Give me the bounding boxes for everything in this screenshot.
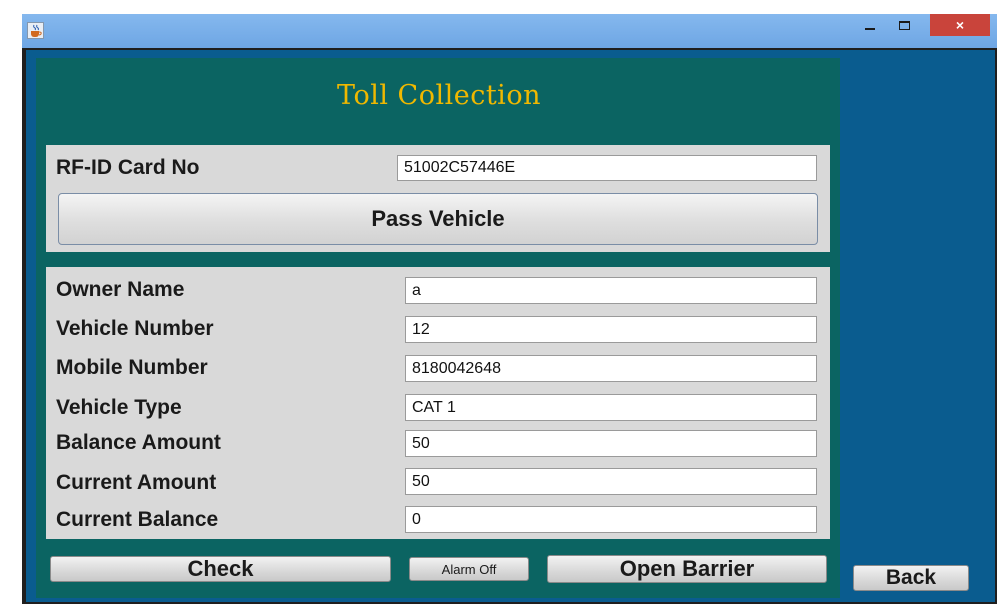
vehicle-number-field[interactable]: 12	[405, 316, 817, 343]
balance-amount-label: Balance Amount	[56, 431, 221, 454]
current-amount-field[interactable]: 50	[405, 468, 817, 495]
check-button[interactable]: Check	[50, 556, 391, 582]
mobile-number-field[interactable]: 8180042648	[405, 355, 817, 382]
vehicle-type-field[interactable]: CAT 1	[405, 394, 817, 421]
mobile-number-label: Mobile Number	[56, 356, 208, 379]
vehicle-type-label: Vehicle Type	[56, 396, 182, 419]
current-balance-label: Current Balance	[56, 508, 219, 531]
maximize-button[interactable]	[889, 14, 919, 36]
rfid-card-input[interactable]: 51002C57446E	[397, 155, 817, 181]
java-cup-icon	[27, 22, 44, 39]
current-amount-label: Current Amount	[56, 471, 217, 494]
balance-amount-field[interactable]: 50	[405, 430, 817, 457]
close-icon: ×	[955, 17, 965, 33]
back-button[interactable]: Back	[853, 565, 969, 591]
open-barrier-button[interactable]: Open Barrier	[547, 555, 827, 583]
owner-name-field[interactable]: a	[405, 277, 817, 304]
current-balance-field[interactable]: 0	[405, 506, 817, 533]
vehicle-number-label: Vehicle Number	[56, 317, 214, 340]
rfid-label: RF-ID Card No	[56, 156, 200, 179]
owner-name-label: Owner Name	[56, 278, 185, 301]
pass-vehicle-button[interactable]: Pass Vehicle	[58, 193, 818, 245]
maximize-icon	[898, 20, 910, 30]
title-bar[interactable]: ×	[22, 14, 997, 48]
page-title: Toll Collection	[337, 80, 541, 111]
close-button[interactable]: ×	[930, 14, 990, 36]
minimize-icon	[865, 28, 875, 30]
minimize-button[interactable]	[855, 14, 885, 36]
app-window: × Toll Collection RF-ID Card No 51002C57…	[0, 0, 997, 604]
alarm-off-button[interactable]: Alarm Off	[409, 557, 529, 581]
